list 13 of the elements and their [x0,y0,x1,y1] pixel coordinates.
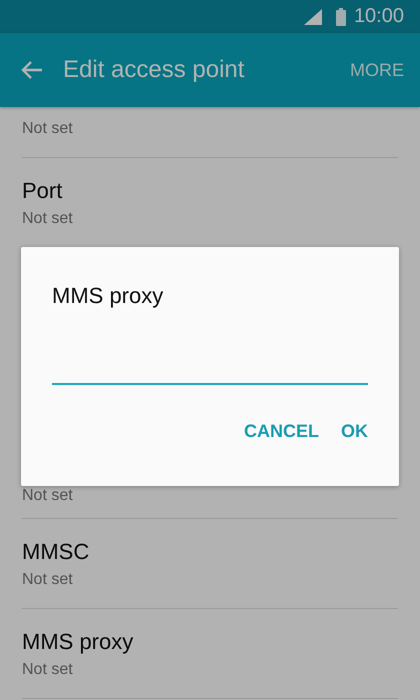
setting-value: Not set [22,208,74,228]
battery-icon [336,8,346,26]
setting-title[interactable]: MMS proxy [22,628,398,656]
screen-title: Edit access point [63,56,246,84]
setting-value: Not set [22,570,74,590]
setting-value: Not set [22,486,74,506]
setting-title[interactable]: MMSC [22,538,398,566]
dialog-title: MMS proxy [52,283,164,309]
status-time: 10:00 [354,5,404,28]
setting-title[interactable]: Port [22,176,398,204]
setting-value: Not set [22,660,74,680]
setting-value: Not set [22,118,74,138]
signal-icon [304,8,322,24]
